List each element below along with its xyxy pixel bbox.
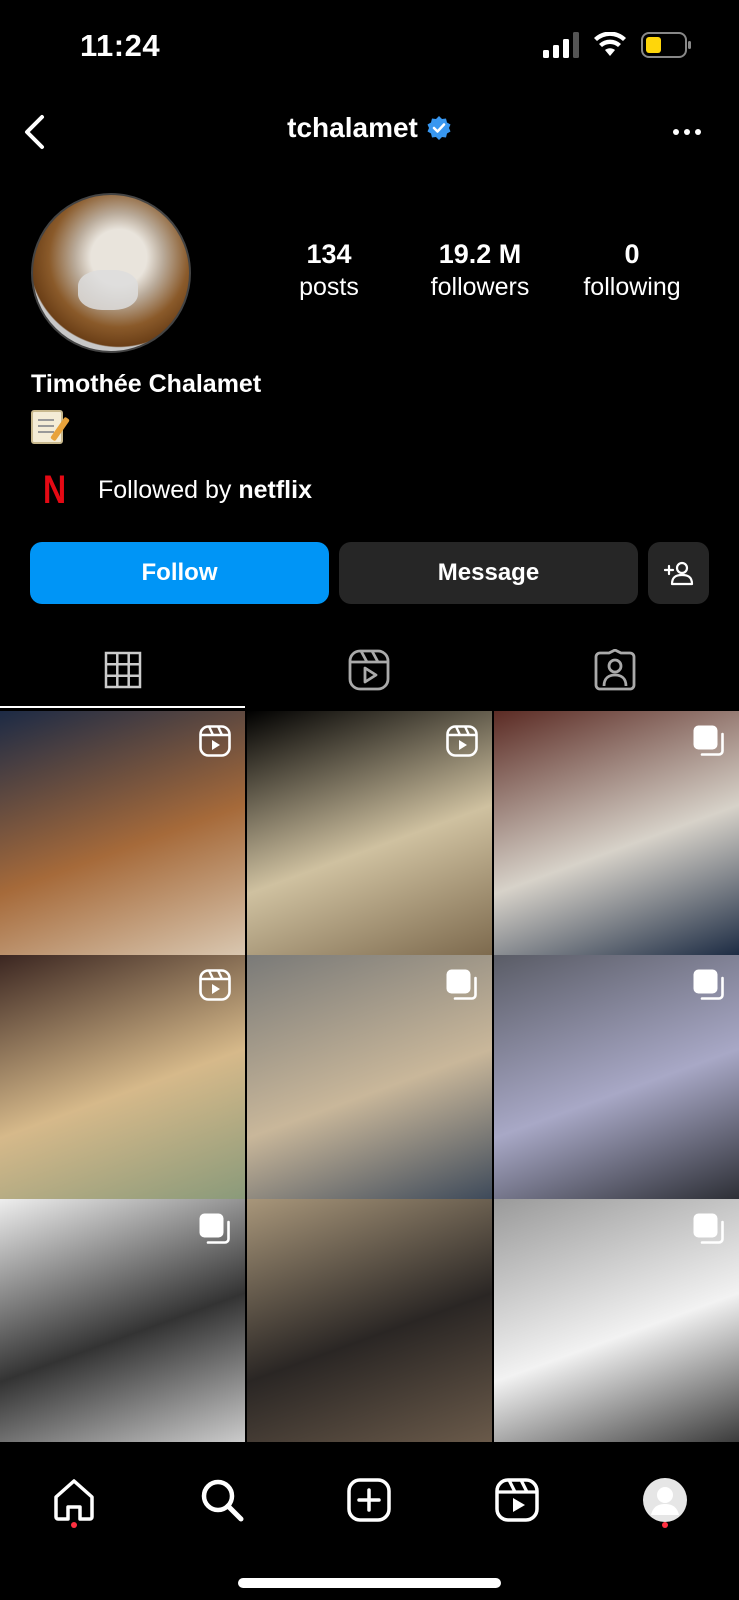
post-thumbnail[interactable] (247, 955, 492, 1199)
tab-tagged[interactable] (492, 630, 738, 710)
profile-header: tchalamet (0, 100, 739, 164)
post-thumbnail[interactable] (0, 1199, 245, 1443)
reel-icon (199, 969, 231, 1001)
carousel-icon (693, 1213, 725, 1245)
profile-actions: Follow Message (30, 542, 709, 604)
more-dot-icon (673, 129, 679, 135)
nav-home[interactable] (44, 1470, 104, 1530)
post-thumbnail[interactable] (494, 711, 739, 955)
grid-tab-icon (104, 651, 142, 689)
followers-count: 19.2 M (438, 239, 522, 269)
tab-posts-grid[interactable] (0, 630, 246, 710)
follow-button[interactable]: Follow (30, 542, 329, 604)
followers-stat[interactable]: 19.2 M followers (405, 238, 555, 304)
profile-avatar-icon (643, 1478, 687, 1522)
more-dot-icon (695, 129, 701, 135)
status-bar: 11:24 (0, 0, 739, 100)
followed-by-text: Followed by netflix (98, 476, 312, 505)
verified-badge-icon (427, 116, 451, 140)
followed-by-row[interactable]: N Followed by netflix (40, 470, 312, 510)
profile-tabs (0, 630, 739, 710)
post-thumbnail[interactable] (247, 1199, 492, 1443)
status-time: 11:24 (80, 28, 161, 63)
bottom-navigation (0, 1442, 739, 1600)
tab-reels[interactable] (246, 630, 492, 710)
profile-avatar[interactable] (31, 193, 191, 353)
wifi-icon (594, 32, 626, 56)
posts-label: posts (299, 273, 359, 301)
followers-label: followers (430, 273, 530, 301)
post-thumbnail[interactable] (247, 711, 492, 955)
suggested-accounts-button[interactable] (648, 542, 709, 604)
post-thumbnail[interactable] (0, 955, 245, 1199)
reels-icon (495, 1478, 539, 1522)
posts-stat[interactable]: 134 posts (254, 238, 404, 304)
status-icons (543, 32, 693, 58)
home-notification-dot (71, 1522, 77, 1528)
profile-full-name: Timothée Chalamet (31, 370, 262, 398)
create-icon (347, 1478, 391, 1522)
memo-icon (31, 410, 63, 444)
followed-by-name: netflix (238, 475, 312, 504)
reel-icon (446, 725, 478, 757)
home-icon (54, 1479, 94, 1521)
following-stat[interactable]: 0 following (557, 238, 707, 304)
active-tab-indicator (0, 706, 245, 708)
carousel-icon (693, 969, 725, 1001)
battery-icon (641, 32, 691, 58)
profile-username: tchalamet (287, 112, 418, 143)
post-thumbnail[interactable] (494, 1199, 739, 1443)
netflix-logo-icon: N (43, 468, 67, 512)
post-thumbnail[interactable] (0, 711, 245, 955)
nav-profile[interactable] (635, 1470, 695, 1530)
reels-tab-icon (348, 649, 390, 691)
carousel-icon (693, 725, 725, 757)
reel-icon (199, 725, 231, 757)
nav-create[interactable] (339, 1470, 399, 1530)
posts-grid (0, 711, 739, 1443)
add-person-icon (663, 561, 693, 586)
followed-by-prefix: Followed by (98, 475, 239, 504)
home-indicator (238, 1578, 501, 1588)
posts-count: 134 (306, 239, 352, 269)
carousel-icon (446, 969, 478, 1001)
following-label: following (583, 273, 681, 301)
message-button[interactable]: Message (339, 542, 638, 604)
tagged-tab-icon (594, 649, 636, 691)
more-dot-icon (684, 129, 690, 135)
nav-reels[interactable] (487, 1470, 547, 1530)
more-options-button[interactable] (667, 114, 707, 150)
nav-search[interactable] (192, 1470, 252, 1530)
signal-icon (543, 32, 579, 58)
profile-notification-dot (662, 1522, 668, 1528)
carousel-icon (199, 1213, 231, 1245)
username-wrap: tchalamet (0, 112, 739, 144)
search-icon (201, 1479, 244, 1522)
post-thumbnail[interactable] (494, 955, 739, 1199)
following-count: 0 (624, 239, 640, 269)
